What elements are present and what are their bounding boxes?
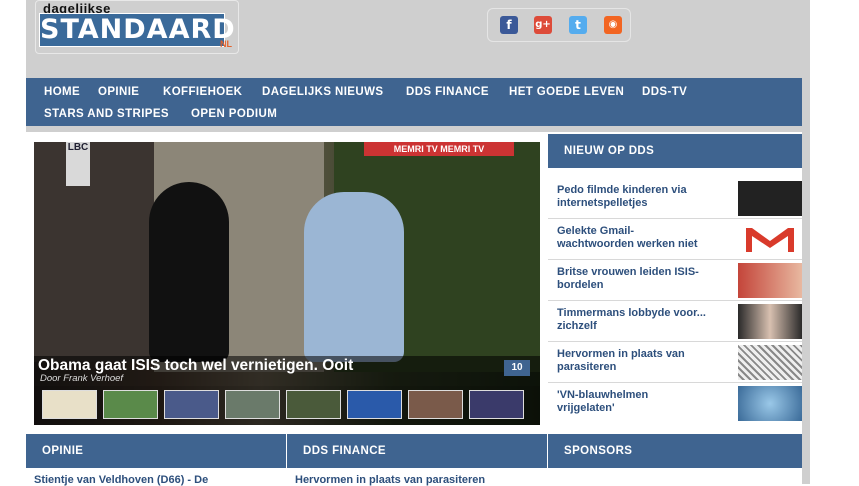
section-heading-finance[interactable]: DDS FINANCE — [287, 434, 547, 468]
opinie-article-link[interactable]: Stientje van Veldhoven (D66) - De — [34, 474, 208, 486]
finance-article-link[interactable]: Hervormen in plaats van parasiteren — [295, 474, 485, 486]
featured-slider[interactable]: LBC MEMRI TV MEMRI TV Obama gaat ISIS to… — [34, 142, 540, 425]
sidebar-news-title[interactable]: Timmermans lobbyde voor... zichzelf — [557, 307, 707, 333]
hero-figure-woman — [149, 182, 229, 362]
sidebar-news-item[interactable]: 'VN-blauwhelmen vrijgelaten' — [548, 383, 802, 423]
nav-item-opinie[interactable]: OPINIE — [98, 86, 139, 98]
facebook-icon[interactable]: f — [500, 16, 518, 34]
new-on-dds-sidebar: NIEUW OP DDS Pedo filmde kinderen via in… — [548, 134, 802, 434]
sidebar-news-item[interactable]: Timmermans lobbyde voor... zichzelf — [548, 301, 802, 342]
memri-tv-banner: MEMRI TV MEMRI TV — [364, 142, 514, 156]
slider-thumb[interactable] — [347, 390, 402, 419]
sidebar-news-item[interactable]: Hervormen in plaats van parasiteren — [548, 342, 802, 383]
sidebar-news-title[interactable]: Gelekte Gmail-wachtwoorden werken niet — [557, 225, 707, 251]
lbc-logo: LBC — [66, 142, 90, 186]
gmail-logo-icon[interactable] — [738, 222, 802, 257]
slider-thumb[interactable] — [164, 390, 219, 419]
twitter-icon[interactable]: t — [569, 16, 587, 34]
nav-item-het-goede-leven[interactable]: HET GOEDE LEVEN — [509, 86, 624, 98]
slider-thumb[interactable] — [469, 390, 524, 419]
featured-author: Door Frank Verhoef — [40, 373, 124, 384]
nav-item-dds-finance[interactable]: DDS FINANCE — [406, 86, 489, 98]
slider-thumb[interactable] — [225, 390, 280, 419]
news-thumbnail[interactable] — [738, 386, 802, 421]
nav-item-stars-and-stripes[interactable]: STARS AND STRIPES — [44, 108, 169, 120]
nav-item-home[interactable]: HOME — [44, 86, 80, 98]
nav-item-dds-tv[interactable]: DDS-TV — [642, 86, 687, 98]
slider-thumb[interactable] — [42, 390, 97, 419]
comment-count-badge[interactable]: 10 — [504, 360, 530, 376]
nav-item-koffiehoek[interactable]: KOFFIEHOEK — [163, 86, 242, 98]
sidebar-news-item[interactable]: Gelekte Gmail-wachtwoorden werken niet — [548, 219, 802, 260]
sidebar-news-item[interactable]: Britse vrouwen leiden ISIS-bordelen — [548, 260, 802, 301]
main-content: LBC MEMRI TV MEMRI TV Obama gaat ISIS to… — [26, 132, 802, 486]
rss-icon[interactable]: ◉ — [604, 16, 622, 34]
nav-item-dagelijks-nieuws[interactable]: DAGELIJKS NIEUWS — [262, 86, 383, 98]
nav-item-open-podium[interactable]: OPEN PODIUM — [191, 108, 277, 120]
social-links: f g+ t ◉ — [487, 8, 631, 42]
sidebar-news-title[interactable]: Pedo filmde kinderen via internetspellet… — [557, 184, 707, 210]
news-thumbnail[interactable] — [738, 345, 802, 380]
slider-thumbnails — [34, 386, 540, 425]
page-container: dagelijkse STANDAARD NL f g+ t ◉ HOME OP… — [26, 0, 810, 486]
sidebar-heading: NIEUW OP DDS — [548, 134, 802, 168]
slider-thumb[interactable] — [408, 390, 463, 419]
main-nav: HOME OPINIE KOFFIEHOEK DAGELIJKS NIEUWS … — [26, 78, 802, 126]
hero-image-door — [34, 142, 154, 362]
logo-main-text: STANDAARD — [39, 13, 236, 47]
site-logo[interactable]: dagelijkse STANDAARD NL — [35, 0, 239, 54]
news-thumbnail[interactable] — [738, 263, 802, 298]
news-thumbnail[interactable] — [738, 304, 802, 339]
sidebar-news-title[interactable]: Britse vrouwen leiden ISIS-bordelen — [557, 266, 707, 292]
news-thumbnail[interactable] — [738, 181, 802, 216]
sidebar-news-title[interactable]: Hervormen in plaats van parasiteren — [557, 348, 707, 374]
sidebar-news-title[interactable]: 'VN-blauwhelmen vrijgelaten' — [557, 389, 707, 415]
slider-thumb[interactable] — [103, 390, 158, 419]
section-heading-sponsors: SPONSORS — [548, 434, 802, 468]
google-plus-icon[interactable]: g+ — [534, 16, 552, 34]
slider-thumb[interactable] — [286, 390, 341, 419]
section-heading-opinie[interactable]: OPINIE — [26, 434, 286, 468]
sidebar-news-item[interactable]: Pedo filmde kinderen via internetspellet… — [548, 178, 802, 219]
logo-suffix: NL — [220, 39, 232, 49]
hero-figure-man — [304, 192, 404, 362]
